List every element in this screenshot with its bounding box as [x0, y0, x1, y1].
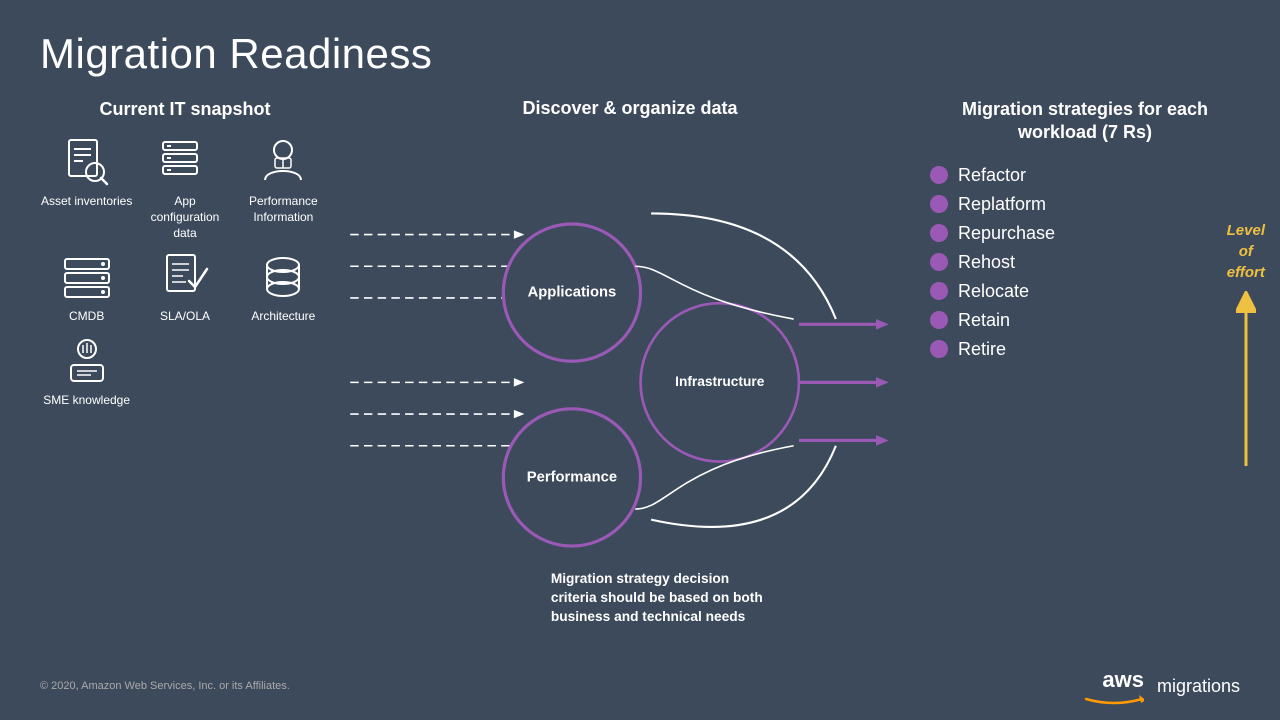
- section1-title: Current IT snapshot: [40, 98, 330, 121]
- strategy-repurchase: Repurchase: [930, 223, 1240, 244]
- slide: Migration Readiness Current IT snapshot …: [0, 0, 1280, 720]
- strategy-dot-relocate: [930, 282, 948, 300]
- strategy-label-relocate: Relocate: [958, 281, 1029, 302]
- strategy-rehost: Rehost: [930, 252, 1240, 273]
- cmdb-icon: [61, 251, 113, 303]
- footer-copyright: © 2020, Amazon Web Services, Inc. or its…: [40, 680, 290, 692]
- sla-ola-icon: [159, 251, 211, 303]
- icon-architecture: Architecture: [237, 251, 330, 325]
- icons-grid: Asset inventories App configuration data: [40, 136, 330, 408]
- aws-logo: aws migrations: [1084, 667, 1240, 705]
- strategy-dot-rehost: [930, 253, 948, 271]
- section-strategies: Migration strategies for each workload (…: [930, 98, 1240, 678]
- level-of-effort-label: Levelofeffort: [1227, 220, 1265, 283]
- sla-ola-label: SLA/OLA: [160, 309, 210, 325]
- section-current-it: Current IT snapshot Asset inventories: [40, 98, 330, 678]
- cmdb-label: CMDB: [69, 309, 104, 325]
- strategy-replatform: Replatform: [930, 194, 1240, 215]
- icon-asset-inventories: Asset inventories: [40, 136, 133, 241]
- asset-inventories-icon: [61, 136, 113, 188]
- architecture-icon: [257, 251, 309, 303]
- infrastructure-label: Infrastructure: [675, 374, 765, 389]
- sme-knowledge-label: SME knowledge: [43, 393, 130, 409]
- aws-logo-main: aws: [1102, 667, 1144, 693]
- strategy-label-repurchase: Repurchase: [958, 223, 1055, 244]
- strategy-dot-replatform: [930, 195, 948, 213]
- strategy-refactor: Refactor: [930, 165, 1240, 186]
- performance-info-label: Performance Information: [237, 194, 330, 225]
- section2-title: Discover & organize data: [522, 98, 737, 119]
- applications-label: Applications: [528, 285, 617, 301]
- section3-title: Migration strategies for each workload (…: [930, 98, 1240, 145]
- sme-knowledge-icon: [61, 335, 113, 387]
- aws-smile-icon: [1084, 693, 1144, 705]
- strategy-dot-retire: [930, 340, 948, 358]
- icon-cmdb: CMDB: [40, 251, 133, 325]
- strategy-list: Refactor Replatform Repurchase Rehost Re…: [930, 165, 1240, 360]
- icon-app-config: App configuration data: [138, 136, 231, 241]
- strategy-label-replatform: Replatform: [958, 194, 1046, 215]
- strategy-label-retain: Retain: [958, 310, 1010, 331]
- aws-logo-sub: migrations: [1157, 676, 1240, 697]
- strategy-retain: Retain: [930, 310, 1240, 331]
- strategy-retire: Retire: [930, 339, 1240, 360]
- footer: © 2020, Amazon Web Services, Inc. or its…: [40, 667, 1240, 705]
- strategy-dot-repurchase: [930, 224, 948, 242]
- app-config-label: App configuration data: [138, 194, 231, 241]
- performance-info-icon: [257, 136, 309, 188]
- strategy-label-retire: Retire: [958, 339, 1006, 360]
- svg-text:business and technical needs: business and technical needs: [551, 609, 746, 624]
- strategy-relocate: Relocate: [930, 281, 1240, 302]
- app-config-icon: [159, 136, 211, 188]
- strategy-dot-retain: [930, 311, 948, 329]
- discover-diagram: Applications Performance Infrastructure: [330, 129, 930, 678]
- performance-label: Performance: [527, 469, 617, 485]
- icon-performance-info: Performance Information: [237, 136, 330, 241]
- architecture-label: Architecture: [251, 309, 315, 325]
- section-discover: Discover & organize data: [330, 98, 930, 678]
- strategy-label-rehost: Rehost: [958, 252, 1015, 273]
- strategy-label-refactor: Refactor: [958, 165, 1026, 186]
- asset-inventories-label: Asset inventories: [41, 194, 132, 210]
- diagram-svg: Applications Performance Infrastructure: [330, 129, 930, 678]
- main-content: Current IT snapshot Asset inventories: [40, 98, 1240, 678]
- icon-sme-knowledge: SME knowledge: [40, 335, 133, 409]
- svg-text:Migration strategy decision: Migration strategy decision: [551, 571, 729, 586]
- icon-sla-ola: SLA/OLA: [138, 251, 231, 325]
- page-title: Migration Readiness: [40, 30, 1240, 78]
- strategy-dot-refactor: [930, 166, 948, 184]
- level-of-effort-arrow: [1236, 291, 1256, 471]
- svg-text:criteria should be based on bo: criteria should be based on both: [551, 590, 763, 605]
